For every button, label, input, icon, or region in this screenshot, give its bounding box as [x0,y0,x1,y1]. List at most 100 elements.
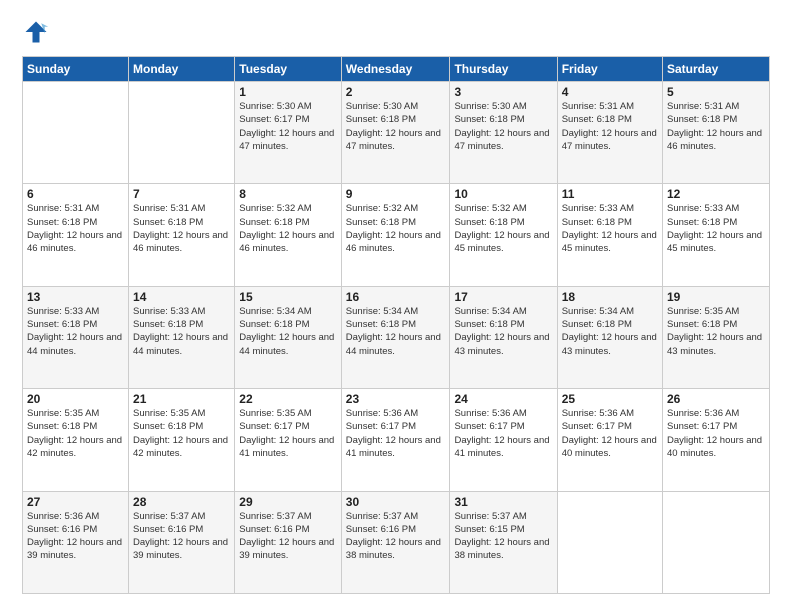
day-info: Sunrise: 5:35 AM Sunset: 6:17 PM Dayligh… [239,407,337,460]
day-number: 26 [667,392,765,406]
day-cell: 16Sunrise: 5:34 AM Sunset: 6:18 PM Dayli… [341,286,450,388]
day-number: 31 [454,495,552,509]
day-number: 22 [239,392,337,406]
day-cell: 30Sunrise: 5:37 AM Sunset: 6:16 PM Dayli… [341,491,450,593]
day-info: Sunrise: 5:37 AM Sunset: 6:16 PM Dayligh… [133,510,230,563]
day-cell: 17Sunrise: 5:34 AM Sunset: 6:18 PM Dayli… [450,286,557,388]
weekday-header-saturday: Saturday [663,57,770,82]
day-cell: 20Sunrise: 5:35 AM Sunset: 6:18 PM Dayli… [23,389,129,491]
day-info: Sunrise: 5:36 AM Sunset: 6:17 PM Dayligh… [562,407,658,460]
day-cell: 9Sunrise: 5:32 AM Sunset: 6:18 PM Daylig… [341,184,450,286]
day-info: Sunrise: 5:33 AM Sunset: 6:18 PM Dayligh… [27,305,124,358]
day-number: 17 [454,290,552,304]
day-number: 3 [454,85,552,99]
day-info: Sunrise: 5:34 AM Sunset: 6:18 PM Dayligh… [454,305,552,358]
day-number: 14 [133,290,230,304]
day-number: 10 [454,187,552,201]
day-info: Sunrise: 5:33 AM Sunset: 6:18 PM Dayligh… [133,305,230,358]
day-cell: 23Sunrise: 5:36 AM Sunset: 6:17 PM Dayli… [341,389,450,491]
day-cell: 6Sunrise: 5:31 AM Sunset: 6:18 PM Daylig… [23,184,129,286]
day-cell: 18Sunrise: 5:34 AM Sunset: 6:18 PM Dayli… [557,286,662,388]
day-number: 8 [239,187,337,201]
day-info: Sunrise: 5:32 AM Sunset: 6:18 PM Dayligh… [346,202,446,255]
logo-icon [22,18,50,46]
day-info: Sunrise: 5:31 AM Sunset: 6:18 PM Dayligh… [27,202,124,255]
day-number: 4 [562,85,658,99]
day-cell: 1Sunrise: 5:30 AM Sunset: 6:17 PM Daylig… [235,82,342,184]
day-number: 16 [346,290,446,304]
day-cell: 2Sunrise: 5:30 AM Sunset: 6:18 PM Daylig… [341,82,450,184]
day-info: Sunrise: 5:31 AM Sunset: 6:18 PM Dayligh… [562,100,658,153]
weekday-header-monday: Monday [129,57,235,82]
day-cell: 31Sunrise: 5:37 AM Sunset: 6:15 PM Dayli… [450,491,557,593]
calendar: SundayMondayTuesdayWednesdayThursdayFrid… [22,56,770,594]
day-cell [129,82,235,184]
day-number: 2 [346,85,446,99]
weekday-header-row: SundayMondayTuesdayWednesdayThursdayFrid… [23,57,770,82]
day-cell: 3Sunrise: 5:30 AM Sunset: 6:18 PM Daylig… [450,82,557,184]
day-info: Sunrise: 5:34 AM Sunset: 6:18 PM Dayligh… [239,305,337,358]
day-cell: 13Sunrise: 5:33 AM Sunset: 6:18 PM Dayli… [23,286,129,388]
day-cell [23,82,129,184]
day-info: Sunrise: 5:37 AM Sunset: 6:15 PM Dayligh… [454,510,552,563]
day-info: Sunrise: 5:33 AM Sunset: 6:18 PM Dayligh… [562,202,658,255]
day-info: Sunrise: 5:31 AM Sunset: 6:18 PM Dayligh… [133,202,230,255]
day-info: Sunrise: 5:32 AM Sunset: 6:18 PM Dayligh… [454,202,552,255]
day-cell: 24Sunrise: 5:36 AM Sunset: 6:17 PM Dayli… [450,389,557,491]
day-cell: 10Sunrise: 5:32 AM Sunset: 6:18 PM Dayli… [450,184,557,286]
day-cell: 14Sunrise: 5:33 AM Sunset: 6:18 PM Dayli… [129,286,235,388]
day-number: 19 [667,290,765,304]
day-number: 15 [239,290,337,304]
day-info: Sunrise: 5:31 AM Sunset: 6:18 PM Dayligh… [667,100,765,153]
day-cell [557,491,662,593]
day-cell: 8Sunrise: 5:32 AM Sunset: 6:18 PM Daylig… [235,184,342,286]
day-info: Sunrise: 5:30 AM Sunset: 6:18 PM Dayligh… [346,100,446,153]
week-row-3: 13Sunrise: 5:33 AM Sunset: 6:18 PM Dayli… [23,286,770,388]
day-cell: 12Sunrise: 5:33 AM Sunset: 6:18 PM Dayli… [663,184,770,286]
day-number: 23 [346,392,446,406]
week-row-5: 27Sunrise: 5:36 AM Sunset: 6:16 PM Dayli… [23,491,770,593]
header [22,18,770,46]
week-row-4: 20Sunrise: 5:35 AM Sunset: 6:18 PM Dayli… [23,389,770,491]
weekday-header-tuesday: Tuesday [235,57,342,82]
weekday-header-sunday: Sunday [23,57,129,82]
day-number: 18 [562,290,658,304]
day-number: 5 [667,85,765,99]
day-info: Sunrise: 5:34 AM Sunset: 6:18 PM Dayligh… [346,305,446,358]
day-number: 28 [133,495,230,509]
day-info: Sunrise: 5:32 AM Sunset: 6:18 PM Dayligh… [239,202,337,255]
day-number: 20 [27,392,124,406]
day-cell: 11Sunrise: 5:33 AM Sunset: 6:18 PM Dayli… [557,184,662,286]
weekday-header-wednesday: Wednesday [341,57,450,82]
day-cell: 28Sunrise: 5:37 AM Sunset: 6:16 PM Dayli… [129,491,235,593]
day-number: 6 [27,187,124,201]
day-info: Sunrise: 5:30 AM Sunset: 6:17 PM Dayligh… [239,100,337,153]
day-number: 21 [133,392,230,406]
day-cell [663,491,770,593]
day-number: 13 [27,290,124,304]
day-number: 29 [239,495,337,509]
day-info: Sunrise: 5:30 AM Sunset: 6:18 PM Dayligh… [454,100,552,153]
day-cell: 21Sunrise: 5:35 AM Sunset: 6:18 PM Dayli… [129,389,235,491]
day-info: Sunrise: 5:36 AM Sunset: 6:17 PM Dayligh… [454,407,552,460]
day-number: 7 [133,187,230,201]
day-cell: 4Sunrise: 5:31 AM Sunset: 6:18 PM Daylig… [557,82,662,184]
day-number: 25 [562,392,658,406]
day-cell: 19Sunrise: 5:35 AM Sunset: 6:18 PM Dayli… [663,286,770,388]
day-info: Sunrise: 5:33 AM Sunset: 6:18 PM Dayligh… [667,202,765,255]
week-row-2: 6Sunrise: 5:31 AM Sunset: 6:18 PM Daylig… [23,184,770,286]
weekday-header-friday: Friday [557,57,662,82]
week-row-1: 1Sunrise: 5:30 AM Sunset: 6:17 PM Daylig… [23,82,770,184]
day-cell: 7Sunrise: 5:31 AM Sunset: 6:18 PM Daylig… [129,184,235,286]
day-info: Sunrise: 5:36 AM Sunset: 6:17 PM Dayligh… [667,407,765,460]
day-number: 12 [667,187,765,201]
day-info: Sunrise: 5:35 AM Sunset: 6:18 PM Dayligh… [667,305,765,358]
day-info: Sunrise: 5:36 AM Sunset: 6:17 PM Dayligh… [346,407,446,460]
day-number: 24 [454,392,552,406]
day-cell: 29Sunrise: 5:37 AM Sunset: 6:16 PM Dayli… [235,491,342,593]
day-cell: 27Sunrise: 5:36 AM Sunset: 6:16 PM Dayli… [23,491,129,593]
day-number: 9 [346,187,446,201]
day-number: 11 [562,187,658,201]
day-number: 30 [346,495,446,509]
day-cell: 5Sunrise: 5:31 AM Sunset: 6:18 PM Daylig… [663,82,770,184]
